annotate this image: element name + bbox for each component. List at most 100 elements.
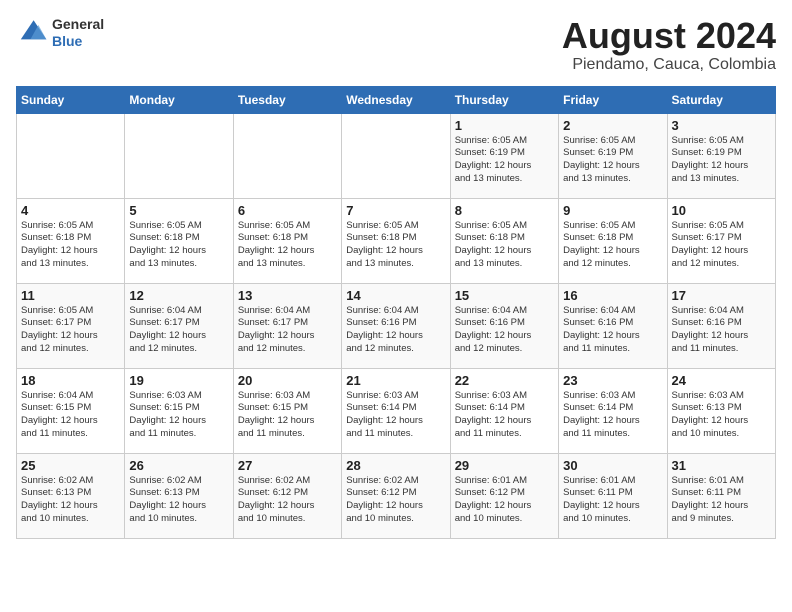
day-info: Sunrise: 6:03 AM Sunset: 6:15 PM Dayligh… [238, 390, 337, 441]
calendar-cell [233, 113, 341, 198]
day-info: Sunrise: 6:05 AM Sunset: 6:18 PM Dayligh… [238, 220, 337, 271]
calendar-cell: 19Sunrise: 6:03 AM Sunset: 6:15 PM Dayli… [125, 368, 233, 453]
calendar-cell: 31 Sunrise: 6:01 AM Sunset: 6:11 PM Dayli… [667, 453, 775, 538]
day-number: 28 [346, 458, 445, 473]
day-header-saturday: Saturday [667, 86, 775, 113]
day-number: 18 [21, 373, 120, 388]
calendar-cell: 27 Sunrise: 6:02 AM Sunset: 6:12 PM Dayli… [233, 453, 341, 538]
calendar-week-3: 11Sunrise: 6:05 AM Sunset: 6:17 PM Dayli… [17, 283, 776, 368]
calendar-cell: 10 Sunrise: 6:05 AM Sunset: 6:17 PM Dayli… [667, 198, 775, 283]
day-number: 5 [129, 203, 228, 218]
calendar-cell: 11Sunrise: 6:05 AM Sunset: 6:17 PM Dayli… [17, 283, 125, 368]
day-info: Sunrise: 6:03 AM Sunset: 6:14 PM Dayligh… [563, 390, 662, 441]
day-number: 26 [129, 458, 228, 473]
day-info: Sunrise: 6:01 AM Sunset: 6:12 PM Dayligh… [455, 475, 554, 526]
day-info: Sunrise: 6:05 AM Sunset: 6:18 PM Dayligh… [129, 220, 228, 271]
calendar-cell: 8Sunrise: 6:05 AM Sunset: 6:18 PM Daylig… [450, 198, 558, 283]
day-info: Sunrise: 6:02 AM Sunset: 6:12 PM Dayligh… [238, 475, 337, 526]
day-info: Sunrise: 6:05 AM Sunset: 6:19 PM Dayligh… [672, 135, 771, 186]
calendar-cell: 2 Sunrise: 6:05 AM Sunset: 6:19 PM Daylig… [559, 113, 667, 198]
calendar-table: SundayMondayTuesdayWednesdayThursdayFrid… [16, 86, 776, 539]
day-info: Sunrise: 6:04 AM Sunset: 6:15 PM Dayligh… [21, 390, 120, 441]
day-info: Sunrise: 6:04 AM Sunset: 6:17 PM Dayligh… [238, 305, 337, 356]
day-number: 14 [346, 288, 445, 303]
calendar-cell: 24 Sunrise: 6:03 AM Sunset: 6:13 PM Dayli… [667, 368, 775, 453]
calendar-cell: 22 Sunrise: 6:03 AM Sunset: 6:14 PM Dayli… [450, 368, 558, 453]
calendar-cell: 1Sunrise: 6:05 AM Sunset: 6:19 PM Daylig… [450, 113, 558, 198]
calendar-cell: 3 Sunrise: 6:05 AM Sunset: 6:19 PM Daylig… [667, 113, 775, 198]
day-info: Sunrise: 6:01 AM Sunset: 6:11 PM Dayligh… [563, 475, 662, 526]
calendar-cell [17, 113, 125, 198]
calendar-cell: 23 Sunrise: 6:03 AM Sunset: 6:14 PM Dayli… [559, 368, 667, 453]
day-info: Sunrise: 6:05 AM Sunset: 6:17 PM Dayligh… [672, 220, 771, 271]
day-header-monday: Monday [125, 86, 233, 113]
day-info: Sunrise: 6:05 AM Sunset: 6:19 PM Dayligh… [563, 135, 662, 186]
day-number: 3 [672, 118, 771, 133]
day-number: 11 [21, 288, 120, 303]
day-number: 24 [672, 373, 771, 388]
day-number: 27 [238, 458, 337, 473]
day-info: Sunrise: 6:04 AM Sunset: 6:16 PM Dayligh… [672, 305, 771, 356]
title-area: August 2024 Piendamo, Cauca, Colombia [562, 16, 776, 74]
calendar-cell [125, 113, 233, 198]
day-info: Sunrise: 6:05 AM Sunset: 6:19 PM Dayligh… [455, 135, 554, 186]
location: Piendamo, Cauca, Colombia [562, 56, 776, 74]
day-number: 22 [455, 373, 554, 388]
day-header-friday: Friday [559, 86, 667, 113]
logo-text: General Blue [52, 16, 104, 50]
day-number: 9 [563, 203, 662, 218]
calendar-week-2: 4 Sunrise: 6:05 AM Sunset: 6:18 PM Daylig… [17, 198, 776, 283]
day-number: 6 [238, 203, 337, 218]
day-number: 4 [21, 203, 120, 218]
calendar-cell: 28 Sunrise: 6:02 AM Sunset: 6:12 PM Dayli… [342, 453, 450, 538]
calendar-cell: 12 Sunrise: 6:04 AM Sunset: 6:17 PM Dayli… [125, 283, 233, 368]
day-number: 21 [346, 373, 445, 388]
day-header-sunday: Sunday [17, 86, 125, 113]
calendar-cell: 20 Sunrise: 6:03 AM Sunset: 6:15 PM Dayli… [233, 368, 341, 453]
day-number: 10 [672, 203, 771, 218]
day-number: 17 [672, 288, 771, 303]
calendar-week-5: 25 Sunrise: 6:02 AM Sunset: 6:13 PM Dayli… [17, 453, 776, 538]
calendar-cell: 18 Sunrise: 6:04 AM Sunset: 6:15 PM Dayli… [17, 368, 125, 453]
day-header-tuesday: Tuesday [233, 86, 341, 113]
calendar-cell: 14 Sunrise: 6:04 AM Sunset: 6:16 PM Dayli… [342, 283, 450, 368]
day-info: Sunrise: 6:02 AM Sunset: 6:12 PM Dayligh… [346, 475, 445, 526]
day-number: 25 [21, 458, 120, 473]
day-info: Sunrise: 6:02 AM Sunset: 6:13 PM Dayligh… [21, 475, 120, 526]
calendar-cell [342, 113, 450, 198]
calendar-cell: 13Sunrise: 6:04 AM Sunset: 6:17 PM Dayli… [233, 283, 341, 368]
day-info: Sunrise: 6:02 AM Sunset: 6:13 PM Dayligh… [129, 475, 228, 526]
day-number: 19 [129, 373, 228, 388]
day-number: 31 [672, 458, 771, 473]
day-headers-row: SundayMondayTuesdayWednesdayThursdayFrid… [17, 86, 776, 113]
day-info: Sunrise: 6:05 AM Sunset: 6:18 PM Dayligh… [563, 220, 662, 271]
day-number: 2 [563, 118, 662, 133]
calendar-cell: 6 Sunrise: 6:05 AM Sunset: 6:18 PM Daylig… [233, 198, 341, 283]
day-info: Sunrise: 6:04 AM Sunset: 6:17 PM Dayligh… [129, 305, 228, 356]
day-header-thursday: Thursday [450, 86, 558, 113]
calendar-cell: 7 Sunrise: 6:05 AM Sunset: 6:18 PM Daylig… [342, 198, 450, 283]
day-number: 15 [455, 288, 554, 303]
day-number: 23 [563, 373, 662, 388]
day-number: 20 [238, 373, 337, 388]
day-number: 30 [563, 458, 662, 473]
day-info: Sunrise: 6:05 AM Sunset: 6:18 PM Dayligh… [21, 220, 120, 271]
day-info: Sunrise: 6:03 AM Sunset: 6:14 PM Dayligh… [455, 390, 554, 441]
day-number: 8 [455, 203, 554, 218]
day-info: Sunrise: 6:04 AM Sunset: 6:16 PM Dayligh… [346, 305, 445, 356]
logo-icon [16, 17, 48, 49]
page-header: General Blue August 2024 Piendamo, Cauca… [16, 16, 776, 74]
day-number: 16 [563, 288, 662, 303]
day-info: Sunrise: 6:01 AM Sunset: 6:11 PM Dayligh… [672, 475, 771, 526]
day-number: 7 [346, 203, 445, 218]
day-number: 29 [455, 458, 554, 473]
calendar-cell: 5 Sunrise: 6:05 AM Sunset: 6:18 PM Daylig… [125, 198, 233, 283]
day-number: 12 [129, 288, 228, 303]
calendar-cell: 17 Sunrise: 6:04 AM Sunset: 6:16 PM Dayli… [667, 283, 775, 368]
day-info: Sunrise: 6:05 AM Sunset: 6:18 PM Dayligh… [346, 220, 445, 271]
calendar-cell: 15Sunrise: 6:04 AM Sunset: 6:16 PM Dayli… [450, 283, 558, 368]
day-info: Sunrise: 6:03 AM Sunset: 6:13 PM Dayligh… [672, 390, 771, 441]
day-header-wednesday: Wednesday [342, 86, 450, 113]
calendar-cell: 30 Sunrise: 6:01 AM Sunset: 6:11 PM Dayli… [559, 453, 667, 538]
logo: General Blue [16, 16, 104, 50]
